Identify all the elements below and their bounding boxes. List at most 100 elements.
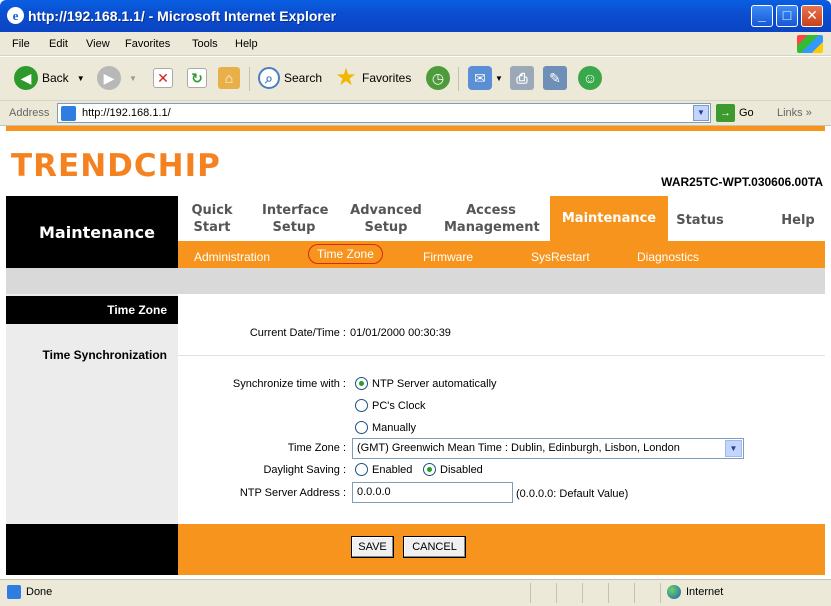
left-heading: Time Zone	[6, 296, 178, 324]
subtab-diagnostics[interactable]: Diagnostics	[637, 250, 699, 264]
menu-favorites[interactable]: Favorites	[125, 38, 170, 50]
minimize-button[interactable]: _	[751, 5, 773, 27]
toolbar-separator	[249, 67, 250, 91]
menu-file[interactable]: File	[12, 38, 30, 50]
left-column	[6, 294, 178, 524]
cancel-button[interactable]: CANCEL	[403, 536, 466, 558]
go-button[interactable]: → Go	[716, 104, 754, 122]
mail-dropdown-icon[interactable]: ▼	[495, 74, 503, 83]
timezone-select[interactable]: (GMT) Greenwich Mean Time : Dublin, Edin…	[352, 438, 744, 459]
subtab-sysrestart[interactable]: SysRestart	[531, 250, 590, 264]
forward-arrow-icon: ▶	[97, 66, 121, 90]
status-pane	[634, 583, 635, 603]
tab-label: Status	[676, 213, 724, 228]
menu-help[interactable]: Help	[235, 38, 258, 50]
ntp-server-hint: (0.0.0.0: Default Value)	[516, 488, 629, 500]
status-text: Done	[26, 586, 53, 598]
bottom-left-block	[6, 524, 178, 575]
menu-tools[interactable]: Tools	[192, 38, 218, 50]
daylight-option-disabled[interactable]: Disabled	[423, 463, 483, 476]
chevron-down-icon[interactable]: ▼	[725, 440, 742, 457]
favorites-star-icon: ★	[335, 64, 357, 91]
go-arrow-icon: →	[716, 104, 735, 122]
sync-option-label: Manually	[372, 421, 417, 434]
address-input[interactable]: http://192.168.1.1/ ▼	[57, 103, 711, 123]
forward-dropdown-icon[interactable]: ▼	[129, 74, 137, 83]
back-dropdown-icon[interactable]: ▼	[77, 74, 85, 83]
radio-manually[interactable]	[355, 421, 368, 434]
tab-access-management[interactable]: Access Management	[444, 202, 540, 236]
page-icon	[61, 106, 76, 121]
print-button[interactable]: ⎙	[510, 65, 534, 91]
current-datetime-value: 01/01/2000 00:30:39	[350, 327, 451, 339]
tab-interface-setup[interactable]: Interface Setup	[262, 202, 329, 236]
tab-quick-start[interactable]: Quick Start	[191, 202, 233, 236]
subtab-time-zone[interactable]: Time Zone	[308, 244, 383, 264]
maximize-button[interactable]: □	[776, 5, 798, 27]
messenger-button[interactable]: ☺	[578, 65, 602, 91]
stop-button[interactable]: ✕	[153, 65, 173, 91]
daylight-label: Daylight Saving :	[263, 464, 346, 476]
tab-label: Management	[444, 220, 540, 235]
gray-separator-bar	[6, 268, 825, 294]
internet-globe-icon	[667, 585, 681, 599]
links-label: Links	[777, 107, 803, 119]
ntp-server-input[interactable]: 0.0.0.0	[352, 482, 513, 503]
toolbar-separator	[458, 67, 459, 91]
subtab-administration[interactable]: Administration	[194, 250, 270, 264]
title-bar: e http://192.168.1.1/ - Microsoft Intern…	[0, 0, 831, 32]
tab-label: Setup	[272, 220, 316, 235]
mail-icon: ✉	[468, 66, 492, 90]
mail-button[interactable]: ✉ ▼	[468, 65, 503, 91]
top-stripe	[6, 126, 825, 131]
save-button[interactable]: SAVE	[351, 536, 394, 558]
toolbar: ◀ Back ▼ ▶ ▼ ✕ ↻ ⌂ ⌕ Search ★ Favorites …	[0, 57, 831, 101]
sync-option-label: NTP Server automatically	[372, 377, 497, 390]
sync-option-pc-clock[interactable]: PC's Clock	[355, 399, 425, 412]
sync-option-manually[interactable]: Manually	[355, 421, 416, 434]
go-label: Go	[739, 107, 754, 119]
search-button[interactable]: ⌕ Search	[258, 65, 322, 91]
radio-ntp[interactable]	[355, 377, 368, 390]
radio-pc-clock[interactable]	[355, 399, 368, 412]
subtab-firmware[interactable]: Firmware	[423, 250, 473, 264]
ntp-server-value: 0.0.0.0	[357, 486, 391, 498]
timezone-label: Time Zone :	[287, 442, 346, 454]
menu-view[interactable]: View	[86, 38, 110, 50]
left-subheading: Time Synchronization	[42, 348, 167, 362]
zone-label: Internet	[686, 586, 724, 598]
status-pane	[556, 583, 557, 603]
tab-status[interactable]: Status	[674, 212, 726, 229]
address-dropdown-icon[interactable]: ▼	[693, 105, 709, 121]
section-divider	[178, 355, 825, 356]
radio-daylight-disabled[interactable]	[423, 463, 436, 476]
sync-option-ntp[interactable]: NTP Server automatically	[355, 377, 497, 390]
status-bar: Done Internet	[0, 579, 831, 606]
security-zone: Internet	[667, 585, 723, 599]
forward-button[interactable]: ▶ ▼	[97, 65, 137, 91]
daylight-option-label: Disabled	[440, 463, 483, 476]
menu-edit[interactable]: Edit	[49, 38, 68, 50]
edit-page-icon: ✎	[543, 66, 567, 90]
close-button[interactable]: ✕	[801, 5, 823, 27]
radio-daylight-enabled[interactable]	[355, 463, 368, 476]
address-label: Address	[9, 107, 50, 119]
daylight-option-label: Enabled	[372, 463, 413, 476]
bottom-action-bar	[178, 524, 825, 575]
tab-help[interactable]: Help	[778, 212, 818, 229]
daylight-option-enabled[interactable]: Enabled	[355, 463, 412, 476]
tab-label: Interface	[262, 203, 329, 218]
links-button[interactable]: Links »	[777, 107, 812, 119]
history-button[interactable]: ◷	[426, 65, 450, 91]
edit-button[interactable]: ✎	[543, 65, 567, 91]
tab-advanced-setup[interactable]: Advanced Setup	[350, 202, 422, 236]
back-button[interactable]: ◀ Back ▼	[14, 65, 85, 91]
home-icon: ⌂	[218, 67, 240, 89]
tab-maintenance[interactable]: Maintenance	[550, 196, 668, 241]
refresh-button[interactable]: ↻	[187, 65, 207, 91]
address-url[interactable]: http://192.168.1.1/	[82, 107, 171, 119]
favorites-button[interactable]: ★ Favorites	[334, 65, 411, 91]
history-icon: ◷	[426, 66, 450, 90]
favorites-label: Favorites	[362, 71, 412, 85]
home-button[interactable]: ⌂	[218, 65, 240, 91]
